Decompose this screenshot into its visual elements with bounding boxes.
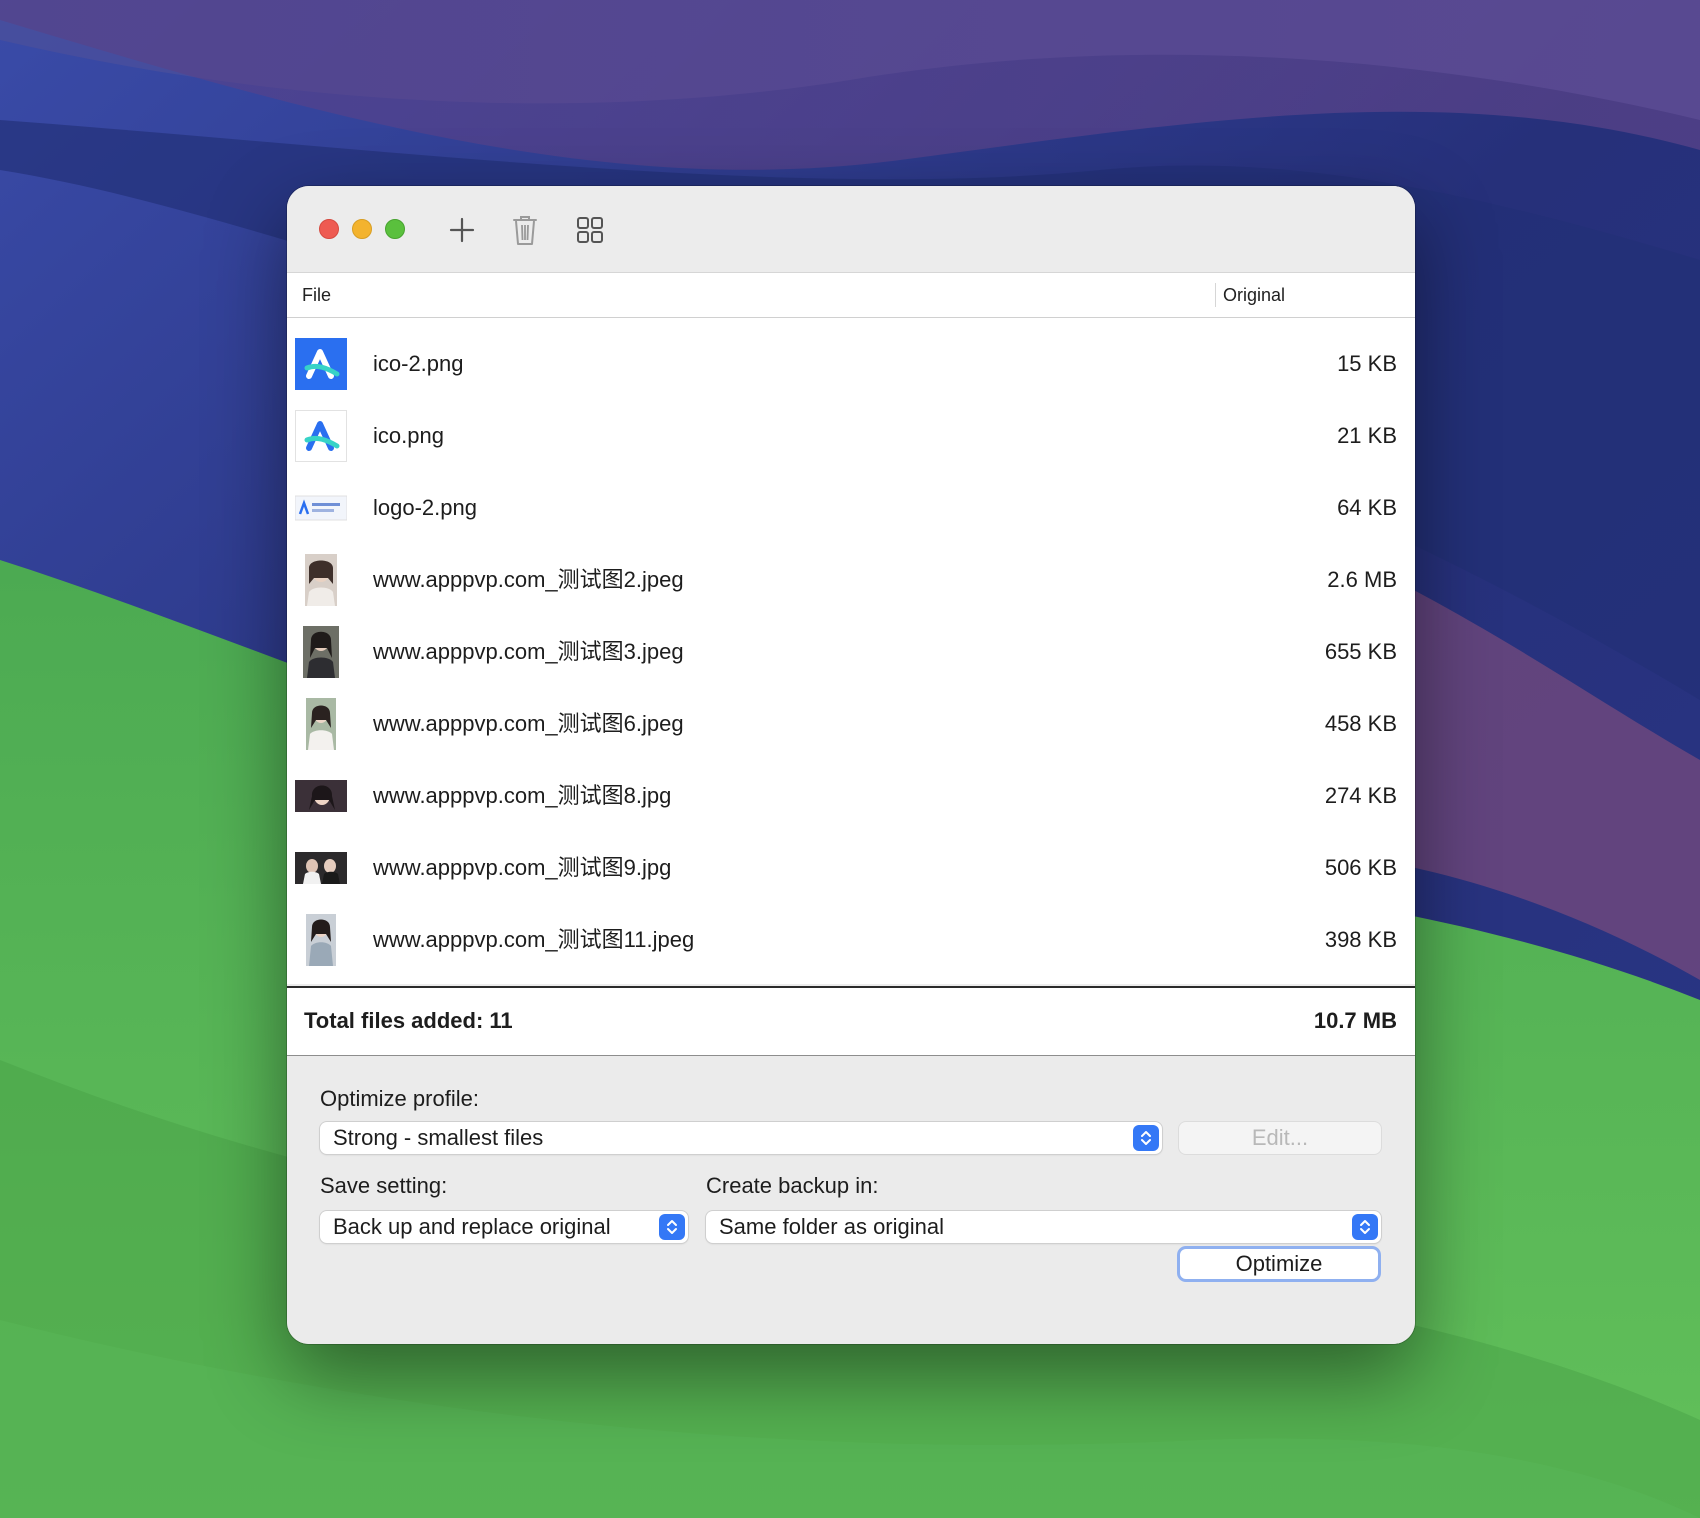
- total-size: 10.7 MB: [1313, 1008, 1397, 1033]
- file-thumbnail: [295, 482, 347, 534]
- chevron-updown-icon: [1133, 1125, 1159, 1151]
- photo-icon: [303, 626, 339, 678]
- file-thumbnail: [295, 626, 347, 678]
- save-setting-label: Save setting:: [320, 1173, 448, 1198]
- photo-icon: [295, 852, 347, 884]
- app-window: File Original ico-2.png 15 KB ico.png 21…: [287, 186, 1415, 1344]
- file-size: 2.6 MB: [1327, 567, 1397, 592]
- total-files-label: Total files added: 11: [304, 1008, 513, 1033]
- backup-location-select[interactable]: Same folder as original: [706, 1211, 1381, 1243]
- file-name: www.apppvp.com_测试图11.jpeg: [373, 927, 695, 952]
- file-size: 655 KB: [1324, 639, 1397, 664]
- table-row[interactable]: www.apppvp.com_测试图11.jpeg 398 KB: [287, 904, 1415, 976]
- total-summary: Total files added: 11 10.7 MB: [287, 986, 1415, 1056]
- file-list: ico-2.png 15 KB ico.png 21 KB logo-2.png…: [287, 318, 1415, 984]
- minimize-window-button[interactable]: [352, 219, 372, 239]
- remove-files-button[interactable]: [503, 208, 547, 252]
- optimize-profile-label: Optimize profile:: [320, 1086, 479, 1111]
- file-name: logo-2.png: [373, 495, 477, 520]
- photo-icon: [305, 554, 337, 606]
- column-header-original[interactable]: Original: [1223, 273, 1285, 317]
- table-row[interactable]: ico-2.png 15 KB: [287, 328, 1415, 400]
- file-name: www.apppvp.com_测试图2.jpeg: [373, 567, 684, 592]
- file-thumbnail: [295, 842, 347, 894]
- file-size: 274 KB: [1324, 783, 1397, 808]
- grid-icon: [577, 217, 603, 243]
- file-size: 458 KB: [1324, 711, 1397, 736]
- save-setting-select[interactable]: Back up and replace original: [320, 1211, 688, 1243]
- zoom-window-button[interactable]: [385, 219, 405, 239]
- chevron-updown-icon: [659, 1214, 685, 1240]
- file-size: 15 KB: [1337, 351, 1397, 376]
- add-files-button[interactable]: [440, 208, 484, 252]
- backup-location-value: Same folder as original: [719, 1214, 945, 1239]
- table-row[interactable]: ico.png 21 KB: [287, 400, 1415, 472]
- table-row[interactable]: www.apppvp.com_测试图8.jpg 274 KB: [287, 760, 1415, 832]
- create-backup-label: Create backup in:: [706, 1173, 879, 1198]
- optimize-profile-value: Strong - smallest files: [333, 1125, 544, 1150]
- table-row[interactable]: logo-2.png 64 KB: [287, 472, 1415, 544]
- file-name: www.apppvp.com_测试图6.jpeg: [373, 711, 684, 736]
- settings-panel: Optimize profile: Strong - smallest file…: [287, 1056, 1415, 1344]
- table-header: File Original: [287, 273, 1415, 318]
- file-name: ico-2.png: [373, 351, 464, 376]
- file-size: 398 KB: [1324, 927, 1397, 952]
- toolbar: [287, 186, 1415, 273]
- file-name: ico.png: [373, 423, 444, 448]
- file-size: 506 KB: [1324, 855, 1397, 880]
- file-name: www.apppvp.com_测试图9.jpg: [373, 855, 672, 880]
- file-name: www.apppvp.com_测试图8.jpg: [373, 783, 672, 808]
- file-thumbnail: [295, 698, 347, 750]
- app-logo-icon: [295, 338, 347, 390]
- file-thumbnail: [295, 914, 347, 966]
- file-thumbnail: [295, 554, 347, 606]
- column-header-file[interactable]: File: [302, 273, 331, 317]
- wide-logo-icon: [295, 495, 347, 521]
- view-mode-button[interactable]: [568, 208, 612, 252]
- optimize-button[interactable]: Optimize: [1177, 1246, 1381, 1282]
- edit-profile-button[interactable]: Edit...: [1179, 1122, 1381, 1154]
- table-row[interactable]: www.apppvp.com_测试图6.jpeg 458 KB: [287, 688, 1415, 760]
- file-size: 64 KB: [1337, 495, 1397, 520]
- file-thumbnail: [295, 770, 347, 822]
- trash-icon: [513, 216, 537, 245]
- chevron-updown-icon: [1352, 1214, 1378, 1240]
- file-thumbnail: [295, 338, 347, 390]
- table-row[interactable]: www.apppvp.com_测试图2.jpeg 2.6 MB: [287, 544, 1415, 616]
- photo-icon: [306, 698, 336, 750]
- app-logo-icon: [295, 410, 347, 462]
- optimize-profile-select[interactable]: Strong - smallest files: [320, 1122, 1162, 1154]
- photo-icon: [295, 780, 347, 812]
- save-setting-value: Back up and replace original: [333, 1214, 611, 1239]
- table-row[interactable]: www.apppvp.com_测试图9.jpg 506 KB: [287, 832, 1415, 904]
- file-size: 21 KB: [1337, 423, 1397, 448]
- column-divider: [1215, 283, 1216, 307]
- photo-icon: [306, 914, 336, 966]
- file-name: www.apppvp.com_测试图3.jpeg: [373, 639, 684, 664]
- table-row[interactable]: www.apppvp.com_测试图3.jpeg 655 KB: [287, 616, 1415, 688]
- close-window-button[interactable]: [319, 219, 339, 239]
- plus-icon: [449, 217, 475, 243]
- file-thumbnail: [295, 410, 347, 462]
